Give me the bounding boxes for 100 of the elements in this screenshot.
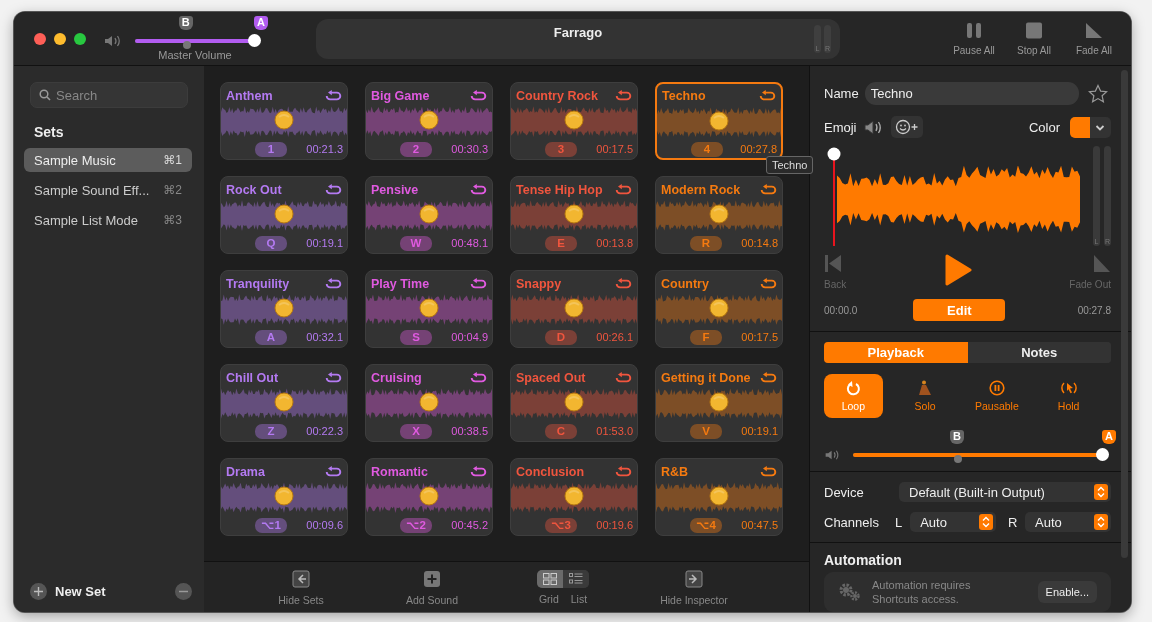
add-sound-button[interactable]: Add Sound bbox=[372, 562, 492, 607]
duration-text: 00:17.5 bbox=[741, 331, 778, 343]
slider-thumb[interactable] bbox=[248, 34, 261, 47]
loop-icon[interactable] bbox=[470, 465, 487, 478]
sound-tile[interactable]: Anthem 1 00:21.3 bbox=[220, 82, 348, 160]
shortcut-badge: D bbox=[545, 329, 577, 345]
duration-text: 00:19.6 bbox=[596, 519, 633, 531]
loop-icon[interactable] bbox=[325, 183, 342, 196]
shortcut-badge: 2 bbox=[400, 141, 432, 157]
channel-dropdown[interactable]: Auto bbox=[910, 512, 997, 532]
channel-dropdown[interactable]: Auto bbox=[1025, 512, 1111, 532]
option-button[interactable]: Hold bbox=[1039, 374, 1098, 418]
close-button[interactable] bbox=[34, 32, 46, 45]
sidebar-item[interactable]: Sample List Mode ⌘3 bbox=[24, 208, 192, 232]
loop-icon[interactable] bbox=[759, 90, 776, 103]
sound-tile[interactable]: Modern Rock R 00:14.8 bbox=[655, 176, 783, 254]
color-picker[interactable] bbox=[1070, 116, 1111, 138]
toolbar-button[interactable]: Pause All bbox=[951, 21, 997, 56]
loop-icon[interactable] bbox=[325, 371, 342, 384]
sound-tile[interactable]: Spaced Out C 01:53.0 bbox=[510, 364, 638, 442]
loop-icon[interactable] bbox=[615, 465, 632, 478]
b-marker[interactable] bbox=[954, 455, 962, 463]
zoom-button[interactable] bbox=[74, 32, 86, 45]
tooltip: Techno bbox=[766, 156, 814, 174]
loop-icon[interactable] bbox=[760, 465, 777, 478]
loop-icon[interactable] bbox=[615, 277, 632, 290]
sound-tile[interactable]: Romantic ⌥2 00:45.2 bbox=[365, 458, 493, 536]
loop-icon[interactable] bbox=[325, 277, 342, 290]
slider-thumb[interactable] bbox=[1096, 448, 1109, 461]
sidebar-item[interactable]: Sample Music ⌘1 bbox=[24, 148, 192, 172]
stepper-icon bbox=[1094, 514, 1108, 530]
loop-icon[interactable] bbox=[470, 277, 487, 290]
sound-tile[interactable]: Snappy D 00:26.1 bbox=[510, 270, 638, 348]
sound-tile[interactable]: Rock Out Q 00:19.1 bbox=[220, 176, 348, 254]
hide-inspector-button[interactable]: Hide Inspector bbox=[634, 562, 754, 607]
edit-button[interactable]: Edit bbox=[913, 299, 1006, 321]
sound-tile[interactable]: Chill Out Z 00:22.3 bbox=[220, 364, 348, 442]
stop-icon bbox=[1025, 21, 1043, 39]
tile-title: Drama bbox=[226, 464, 265, 479]
sound-tile[interactable]: Country F 00:17.5 bbox=[655, 270, 783, 348]
sound-tile[interactable]: Play Time S 00:04.9 bbox=[365, 270, 493, 348]
play-button[interactable] bbox=[944, 254, 973, 286]
sound-tile[interactable]: Pensive W 00:48.1 bbox=[365, 176, 493, 254]
loop-icon[interactable] bbox=[325, 465, 342, 478]
toolbar-button[interactable]: Stop All bbox=[1011, 21, 1057, 56]
hide-sets-button[interactable]: Hide Sets bbox=[241, 562, 361, 607]
enable-button[interactable]: Enable... bbox=[1037, 581, 1097, 603]
emoji-icon bbox=[273, 391, 295, 413]
sound-tile[interactable]: Cruising X 00:38.5 bbox=[365, 364, 493, 442]
playhead[interactable] bbox=[827, 147, 841, 246]
sound-tile[interactable]: Tense Hip Hop E 00:13.8 bbox=[510, 176, 638, 254]
option-button[interactable]: Solo bbox=[895, 374, 955, 418]
shortcut-badge: V bbox=[690, 423, 722, 439]
emoji-icon bbox=[563, 391, 585, 413]
loop-icon[interactable] bbox=[615, 89, 632, 102]
shortcut-label: ⌘3 bbox=[163, 213, 182, 227]
loop-icon[interactable] bbox=[760, 371, 777, 384]
loop-icon[interactable] bbox=[470, 89, 487, 102]
b-marker[interactable] bbox=[182, 41, 191, 49]
star-icon[interactable] bbox=[1087, 83, 1108, 104]
sound-tile[interactable]: Drama ⌥1 00:09.6 bbox=[220, 458, 348, 536]
grid-view-button[interactable] bbox=[537, 570, 563, 588]
fade-icon bbox=[1085, 21, 1103, 39]
sound-tile[interactable]: Tranquility A 00:32.1 bbox=[220, 270, 348, 348]
add-emoji-button[interactable] bbox=[890, 116, 923, 138]
tab[interactable]: Playback bbox=[824, 342, 968, 363]
tile-title: Romantic bbox=[371, 464, 428, 479]
sound-tile[interactable]: Techno 4 00:27.8 bbox=[655, 82, 783, 160]
duration-text: 00:19.1 bbox=[741, 425, 778, 437]
toolbar-button[interactable]: Fade All bbox=[1071, 21, 1117, 56]
device-dropdown[interactable]: Default (Built-in Output) bbox=[899, 482, 1111, 502]
remove-icon[interactable] bbox=[175, 583, 192, 600]
sound-tile[interactable]: Big Game 2 00:30.3 bbox=[365, 82, 493, 160]
search-field[interactable]: Search bbox=[30, 82, 188, 108]
loop-icon[interactable] bbox=[615, 183, 632, 196]
loop-icon[interactable] bbox=[325, 89, 342, 102]
scrollbar[interactable] bbox=[1121, 70, 1128, 558]
name-field[interactable]: Techno bbox=[864, 82, 1079, 105]
view-label: Grid bbox=[538, 593, 559, 605]
sound-tile[interactable]: R&B ⌥4 00:47.5 bbox=[655, 458, 783, 536]
sound-tile[interactable]: Country Rock 3 00:17.5 bbox=[510, 82, 638, 160]
loop-icon[interactable] bbox=[615, 371, 632, 384]
loop-icon[interactable] bbox=[470, 183, 487, 196]
channel-label: L bbox=[895, 514, 904, 530]
sound-tile[interactable]: Conclusion ⌥3 00:19.6 bbox=[510, 458, 638, 536]
tile-title: Tranquility bbox=[226, 276, 290, 291]
sound-tile[interactable]: Getting it Done V 00:19.1 bbox=[655, 364, 783, 442]
loop-icon[interactable] bbox=[760, 183, 777, 196]
tile-title: Big Game bbox=[371, 88, 430, 103]
minimize-button[interactable] bbox=[54, 32, 66, 45]
sidebar-item[interactable]: Sample Sound Eff... ⌘2 bbox=[24, 178, 192, 202]
emoji-icon bbox=[708, 391, 730, 413]
gears-icon bbox=[838, 582, 862, 602]
loop-icon[interactable] bbox=[470, 371, 487, 384]
add-icon[interactable] bbox=[30, 583, 47, 600]
loop-icon[interactable] bbox=[760, 277, 777, 290]
new-set-label[interactable]: New Set bbox=[55, 584, 106, 599]
option-button[interactable]: Pausable bbox=[967, 374, 1027, 418]
tile-title: Play Time bbox=[371, 276, 430, 291]
option-button[interactable]: Loop bbox=[824, 374, 883, 418]
